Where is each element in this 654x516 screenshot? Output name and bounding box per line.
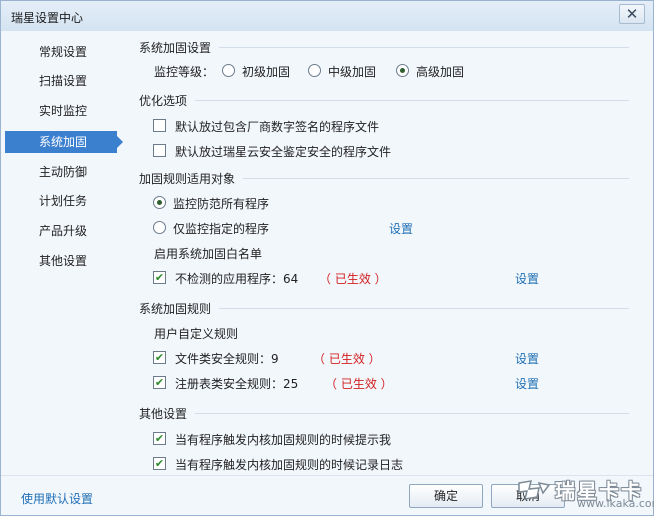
use-default-settings-link[interactable]: 使用默认设置 [21,490,93,507]
check-icon: ✔ [154,457,165,470]
checkbox-log[interactable]: ✔ [153,457,166,470]
radio-level-medium[interactable] [308,64,321,77]
radio-level-basic[interactable] [222,64,235,77]
registry-rules-label[interactable]: 注册表类安全规则：25 [175,375,298,392]
checkbox-file-rules[interactable]: ✔ [153,351,166,364]
window-title: 瑞星设置中心 [11,11,84,25]
radio-monitor-all[interactable] [153,196,166,209]
watermark-icon [518,480,551,500]
notify-me-label[interactable]: 当有程序触发内核加固规则的时候提示我 [175,431,391,448]
monitor-level-label: 监控等级： [154,65,215,79]
status-badge: （ 已生效 ） [325,377,393,391]
checkbox-vendor-signature[interactable] [153,119,166,132]
watermark-logo: 瑞星卡卡 www.ikaka.com [517,475,654,511]
section-divider [243,178,629,179]
sidebar-item-other[interactable]: 其他设置 [5,250,117,272]
radio-level-advanced-label[interactable]: 高级加固 [416,63,464,80]
checkbox-notify-me[interactable]: ✔ [153,432,166,445]
radio-level-basic-label[interactable]: 初级加固 [242,63,290,80]
section-title-optimization: 优化选项 [139,94,188,108]
sidebar-item-schedule[interactable]: 计划任务 [5,190,117,212]
whitelist-settings-link[interactable]: 设置 [515,270,539,287]
section-divider [195,413,629,414]
status-badge: （ 已生效 ） [319,272,387,286]
sidebar-item-hardening[interactable]: 系统加固 [5,131,123,153]
registry-rules-settings-link[interactable]: 设置 [515,375,539,392]
section-title-hardening: 系统加固设置 [139,41,212,55]
section-divider [219,308,629,309]
title-bar[interactable]: 瑞星设置中心 ✕ [1,1,653,31]
section-divider [219,47,629,48]
sidebar-item-active-defense[interactable]: 主动防御 [5,161,117,183]
custom-rules-label: 用户自定义规则 [154,327,239,341]
close-icon: ✕ [625,5,639,23]
option-vendor-signature-label[interactable]: 默认放过包含厂商数字签名的程序文件 [175,118,379,135]
checkbox-cloud-safe[interactable] [153,144,166,157]
file-rules-settings-link[interactable]: 设置 [515,350,539,367]
settings-window: 瑞星设置中心 ✕ 常规设置 扫描设置 实时监控 系统加固 主动防御 计划任务 产… [0,0,654,516]
option-cloud-safe-label[interactable]: 默认放过瑞星云安全鉴定安全的程序文件 [175,143,391,160]
section-title-rules: 系统加固规则 [139,302,212,316]
check-icon: ✔ [154,376,165,389]
specified-settings-link[interactable]: 设置 [389,220,413,237]
ok-button[interactable]: 确定 [409,484,483,508]
watermark-url: www.ikaka.com [577,497,654,510]
sidebar-item-realtime[interactable]: 实时监控 [5,100,117,122]
sidebar-item-upgrade[interactable]: 产品升级 [5,220,117,242]
section-title-targets: 加固规则适用对象 [139,172,236,186]
log-label[interactable]: 当有程序触发内核加固规则的时候记录日志 [175,456,403,473]
close-button[interactable]: ✕ [619,4,645,24]
check-icon: ✔ [154,271,165,284]
whitelist-apps-label[interactable]: 不检测的应用程序：64 [175,270,298,287]
radio-monitor-all-label[interactable]: 监控防范所有程序 [173,195,269,212]
check-icon: ✔ [154,432,165,445]
settings-content: 系统加固设置 监控等级： 初级加固 中级加固 高级加固 优化选项 默认放过包含厂… [123,31,651,475]
check-icon: ✔ [154,351,165,364]
section-title-other: 其他设置 [139,407,188,421]
footer: 使用默认设置 确定 取消 瑞星卡卡 www.ikaka.com [1,475,654,515]
sidebar: 常规设置 扫描设置 实时监控 系统加固 主动防御 计划任务 产品升级 其他设置 [1,31,123,475]
section-divider [195,100,629,101]
checkbox-registry-rules[interactable]: ✔ [153,376,166,389]
sidebar-item-general[interactable]: 常规设置 [5,41,117,63]
whitelist-label: 启用系统加固白名单 [154,247,263,261]
status-badge: （ 已生效 ） [313,352,381,366]
radio-level-medium-label[interactable]: 中级加固 [328,63,376,80]
radio-monitor-specified[interactable] [153,221,166,234]
checkbox-whitelist-apps[interactable]: ✔ [153,271,166,284]
sidebar-item-label: 系统加固 [39,135,88,149]
sidebar-item-scan[interactable]: 扫描设置 [5,70,117,92]
radio-level-advanced[interactable] [396,64,409,77]
radio-monitor-specified-label[interactable]: 仅监控指定的程序 [173,220,269,237]
file-rules-label[interactable]: 文件类安全规则：9 [175,350,279,367]
